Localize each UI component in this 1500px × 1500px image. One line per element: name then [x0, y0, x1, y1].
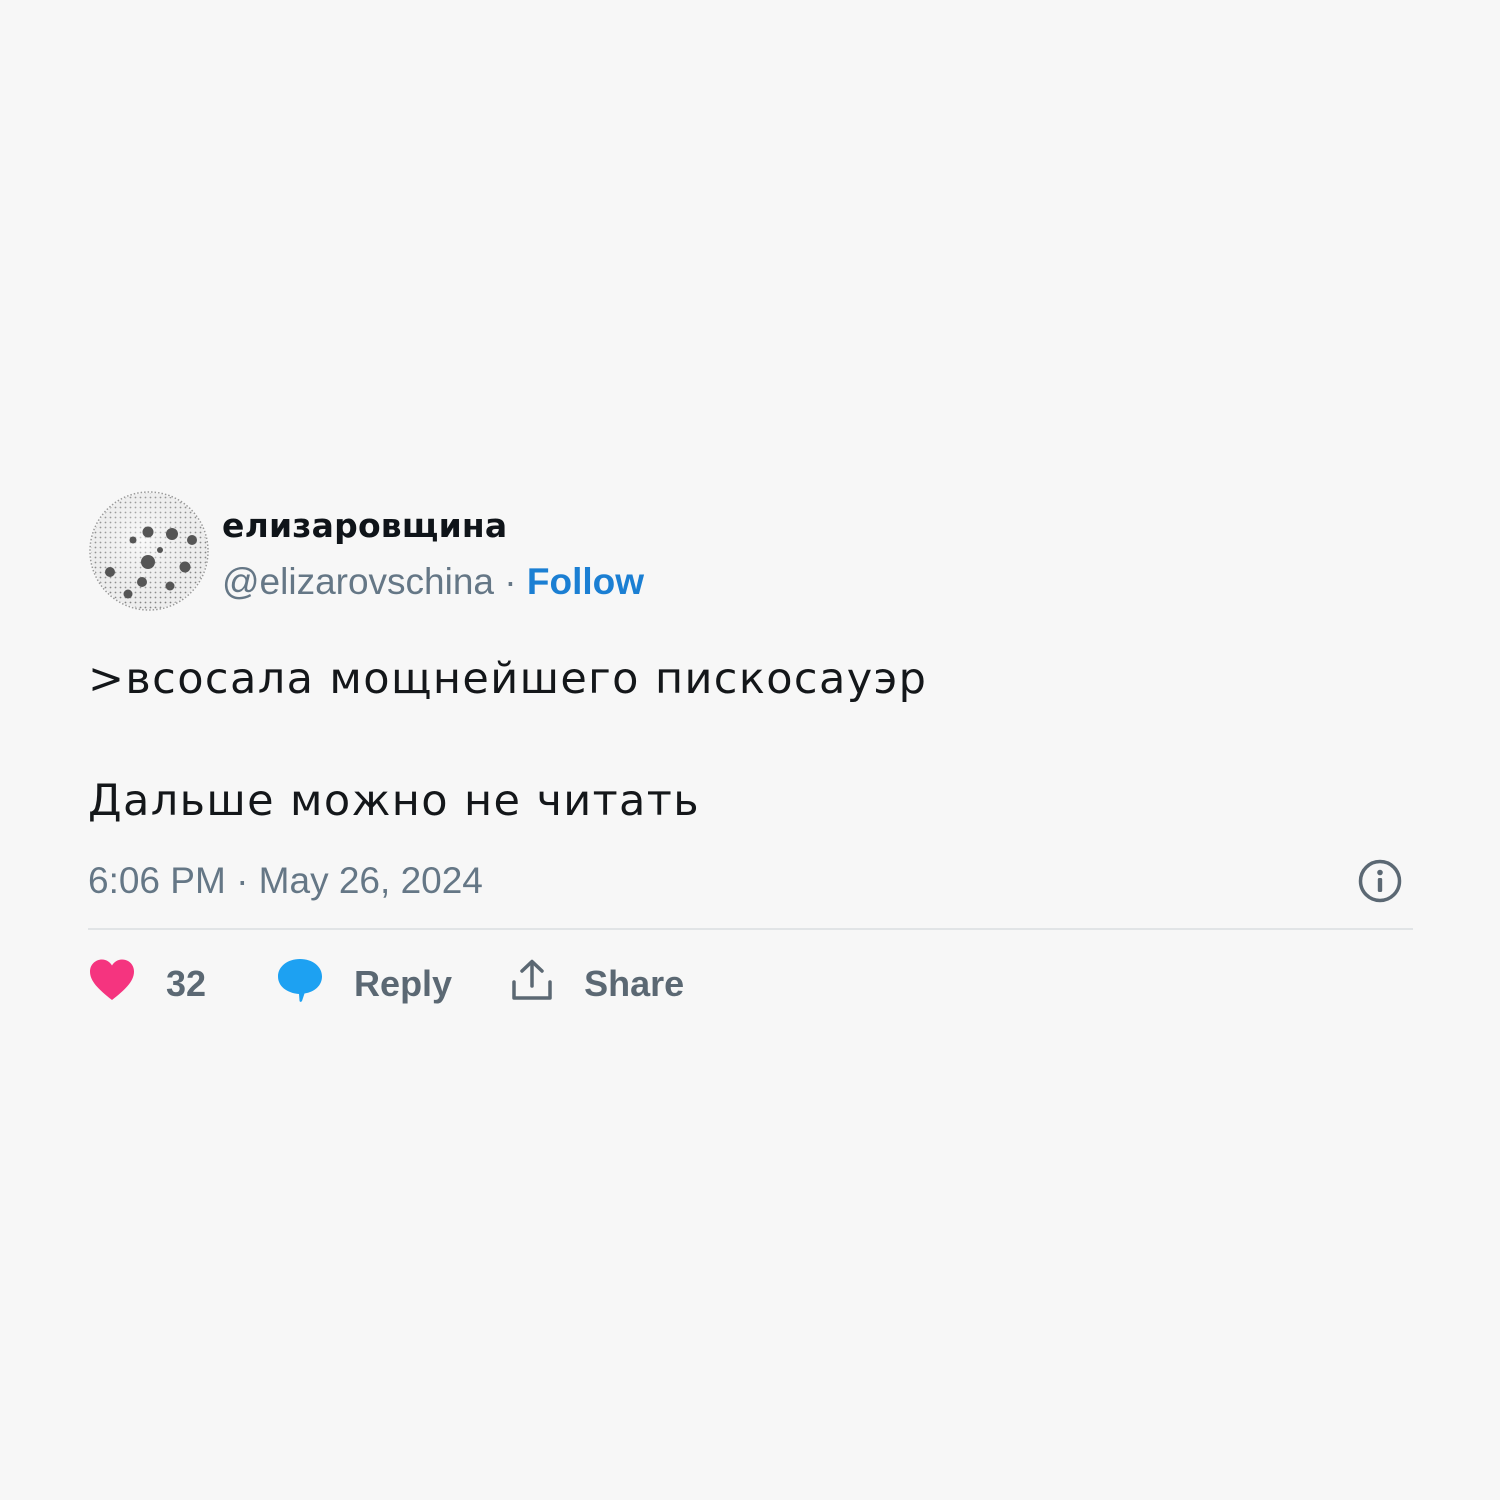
handle[interactable]: @elizarovschina — [222, 561, 494, 602]
info-icon[interactable] — [1357, 858, 1403, 904]
share-label: Share — [584, 963, 685, 1004]
follow-button[interactable]: Follow — [527, 561, 644, 602]
separator-dot: · — [494, 561, 527, 602]
like-count: 32 — [166, 963, 207, 1004]
author-names: елизаровщина @elizarovschina · Follow — [222, 490, 644, 602]
handle-row: @elizarovschina · Follow — [222, 562, 644, 602]
share-upload-icon — [510, 958, 554, 1011]
tweet-meta: 6:06 PM · May 26, 2024 — [88, 856, 1413, 906]
page: елизаровщина @elizarovschina · Follow >в… — [0, 0, 1500, 1500]
like-button[interactable]: 32 — [88, 958, 206, 1011]
share-button[interactable]: Share — [510, 958, 684, 1011]
tweet-header: елизаровщина @elizarovschina · Follow — [88, 490, 1413, 612]
tweet-card: елизаровщина @elizarovschina · Follow >в… — [88, 490, 1413, 1010]
heart-icon — [88, 958, 136, 1011]
reply-button[interactable]: Reply — [276, 957, 452, 1012]
divider — [88, 928, 1413, 930]
tweet-text: >всосала мощнейшего пискосауэр Дальше мо… — [88, 654, 1413, 826]
tweet-text-line-2: Дальше можно не читать — [88, 776, 700, 826]
timestamp[interactable]: 6:06 PM · May 26, 2024 — [88, 860, 483, 901]
action-bar: 32 Reply Share — [88, 958, 1413, 1010]
speech-bubble-icon — [276, 957, 324, 1012]
tweet-text-line-1: >всосала мощнейшего пискосауэр — [88, 654, 928, 704]
avatar[interactable] — [88, 490, 210, 612]
display-name[interactable]: елизаровщина — [222, 506, 644, 546]
reply-label: Reply — [354, 963, 453, 1004]
